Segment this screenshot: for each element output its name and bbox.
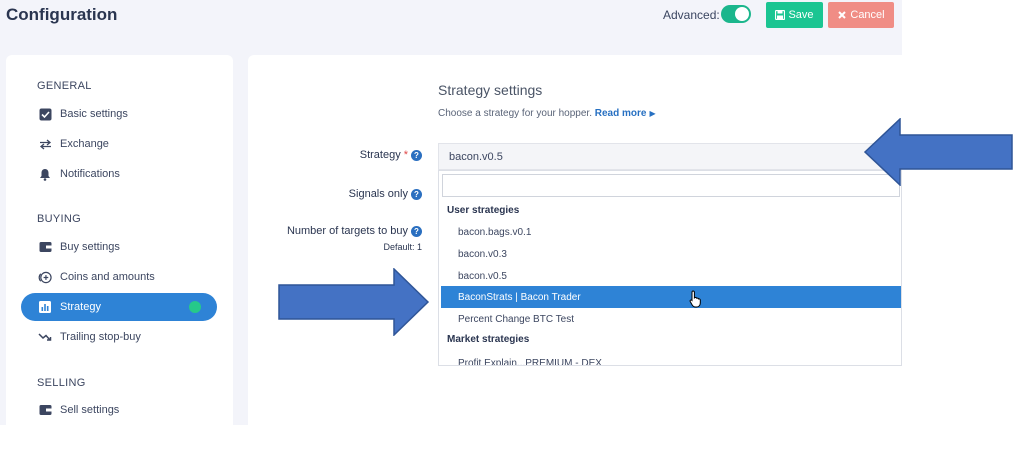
targets-label: Number of targets to buy ? [287, 225, 422, 237]
targets-label-text: Number of targets to buy [286, 225, 408, 237]
targets-default-hint: Default: 1 [383, 242, 422, 252]
dropdown-option[interactable]: bacon.v0.5 [441, 265, 901, 287]
wallet-icon [38, 240, 52, 254]
dropdown-search-input[interactable] [442, 174, 900, 197]
sidebar-item-label: Trailing stop-buy [60, 331, 141, 343]
sidebar-item-label: Notifications [60, 168, 120, 180]
hand-cursor-icon [689, 290, 701, 308]
sidebar-item-label: Sell settings [60, 404, 120, 416]
dropdown-group-market: Market strategies [447, 334, 530, 345]
sidebar-item-label: Basic settings [60, 108, 128, 120]
chart-icon [38, 300, 52, 314]
status-dot [189, 301, 201, 313]
section-general-title: GENERAL [37, 80, 92, 92]
coins-plus-icon [38, 270, 52, 284]
sidebar-item-basic-settings[interactable]: Basic settings [21, 100, 217, 128]
dropdown-group-user: User strategies [447, 205, 520, 216]
strategy-select[interactable]: bacon.v0.5 [438, 143, 902, 170]
save-button[interactable]: Save [766, 2, 823, 28]
strategy-dropdown: User strategies bacon.bags.v0.1 bacon.v0… [438, 170, 902, 366]
sidebar-item-notifications[interactable]: Notifications [21, 160, 217, 188]
sidebar-item-strategy[interactable]: Strategy [21, 293, 217, 321]
sidebar-item-label: Strategy [60, 301, 101, 313]
section-heading: Strategy settings [438, 82, 543, 98]
section-selling-title: SELLING [37, 377, 86, 389]
section-description: Choose a strategy for your hopper. Read … [438, 108, 656, 119]
sidebar-item-buy-settings[interactable]: Buy settings [21, 233, 217, 261]
advanced-label: Advanced: [663, 8, 720, 22]
help-icon[interactable]: ? [411, 225, 422, 237]
advanced-toggle[interactable] [721, 5, 751, 23]
help-icon[interactable]: ? [411, 149, 422, 161]
exchange-arrows-icon [38, 137, 52, 151]
strategy-label-text: Strategy [359, 149, 401, 161]
floppy-disk-icon [775, 10, 786, 20]
required-asterisk: * [403, 149, 408, 161]
dropdown-option[interactable]: bacon.v0.3 [441, 243, 901, 265]
dropdown-option-partial[interactable]: Profit Explain...PREMIUM - DEX [441, 352, 901, 366]
dropdown-option[interactable]: Percent Change BTC Test [441, 308, 901, 330]
sidebar-item-label: Exchange [60, 138, 109, 150]
cancel-button[interactable]: Cancel [828, 2, 894, 28]
caret-right-icon: ▶ [649, 109, 656, 118]
trend-down-icon [38, 330, 52, 344]
signals-only-label: Signals only ? [349, 188, 422, 200]
strategy-label: Strategy * ? [360, 149, 422, 161]
sidebar-item-sell-settings[interactable]: Sell settings [21, 396, 217, 424]
sidebar-item-trailing-stop-buy[interactable]: Trailing stop-buy [21, 323, 217, 351]
close-icon [838, 11, 847, 19]
sidebar-item-label: Buy settings [60, 241, 120, 253]
sidebar-item-coins-and-amounts[interactable]: Coins and amounts [21, 263, 217, 291]
cancel-label: Cancel [850, 9, 885, 21]
screenshot-canvas: Configuration Advanced: Save Cancel GENE… [0, 0, 1024, 453]
dropdown-option-highlighted[interactable]: BaconStrats | Bacon Trader [441, 286, 901, 308]
annotation-arrow-right-icon [278, 268, 430, 336]
page-title: Configuration [6, 5, 118, 24]
settings-sidebar: GENERAL Basic settings Exchange Notifica… [6, 55, 233, 425]
configuration-page: Configuration Advanced: Save Cancel GENE… [0, 0, 902, 425]
signals-label-text: Signals only [348, 188, 408, 200]
checkbox-icon [38, 107, 52, 121]
bell-icon [38, 167, 52, 181]
annotation-arrow-left-icon [864, 118, 1013, 186]
section-buying-title: BUYING [37, 213, 81, 225]
wallet-icon [38, 403, 52, 417]
toggle-knob [735, 7, 749, 21]
sidebar-item-label: Coins and amounts [60, 271, 155, 283]
strategy-settings-panel: Strategy settings Choose a strategy for … [248, 55, 902, 425]
description-text: Choose a strategy for your hopper. [438, 108, 592, 119]
dropdown-option[interactable]: bacon.bags.v0.1 [441, 221, 901, 243]
read-more-link[interactable]: Read more [595, 108, 647, 119]
strategy-select-value: bacon.v0.5 [449, 150, 503, 163]
sidebar-item-exchange[interactable]: Exchange [21, 130, 217, 158]
save-label: Save [788, 9, 814, 21]
help-icon[interactable]: ? [411, 188, 422, 200]
